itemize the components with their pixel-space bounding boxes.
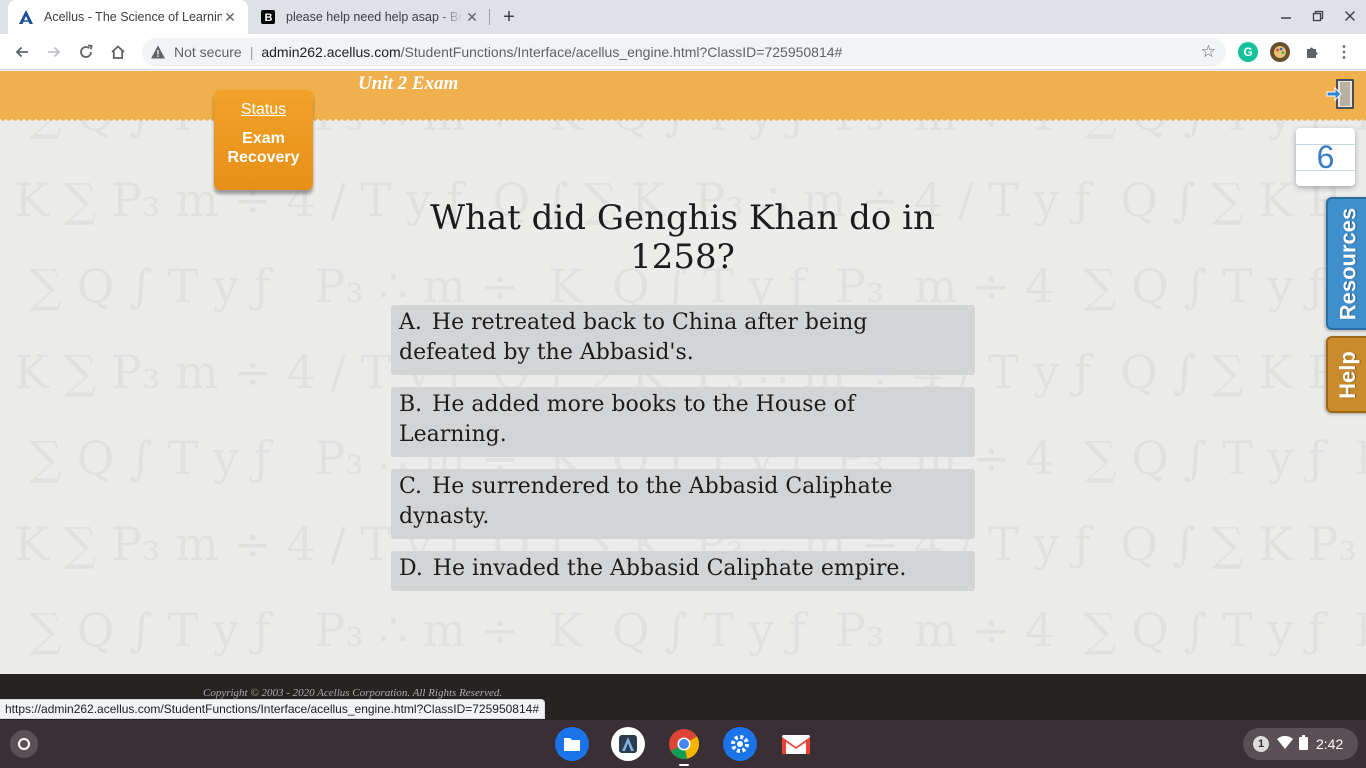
- help-tab[interactable]: Help: [1326, 336, 1366, 413]
- battery-icon: [1299, 735, 1308, 753]
- answer-choice-a[interactable]: A. He retreated back to China after being…: [391, 305, 975, 375]
- system-tray[interactable]: 1 2:42: [1243, 728, 1358, 760]
- new-tab-button[interactable]: +: [497, 5, 521, 29]
- counter-rule: [1296, 144, 1355, 145]
- choice-text: He surrendered to the Abbasid Caliphate …: [399, 474, 893, 529]
- banner-scalloped-edge: [0, 118, 1366, 122]
- url-host: admin262.acellus.com: [261, 44, 401, 60]
- wifi-icon: [1277, 735, 1293, 753]
- restore-icon[interactable]: [1302, 0, 1334, 34]
- question-text: What did Genghis Khan do in 1258?: [430, 198, 935, 277]
- home-icon[interactable]: [104, 38, 132, 66]
- tab-acellus[interactable]: Acellus - The Science of Learning ✕: [8, 0, 248, 34]
- copyright-text: Copyright © 2003 - 2020 Acellus Corporat…: [203, 687, 503, 699]
- choice-letter: C.: [399, 474, 423, 499]
- choice-letter: B.: [399, 392, 423, 417]
- brainly-logo-icon: B: [260, 9, 276, 25]
- exit-door-icon[interactable]: [1325, 77, 1357, 111]
- answer-choice-b[interactable]: B. He added more books to the House of Le…: [391, 387, 975, 457]
- close-tab-icon[interactable]: ✕: [464, 9, 480, 26]
- unit-banner: [0, 71, 1366, 119]
- choice-letter: A.: [399, 310, 422, 335]
- svg-text:B: B: [265, 12, 273, 24]
- warning-icon[interactable]: [150, 44, 166, 60]
- status-value: Exam Recovery: [227, 130, 300, 166]
- answer-choice-c[interactable]: C. He surrendered to the Abbasid Caliphat…: [391, 469, 975, 539]
- address-bar[interactable]: Not secure | admin262.acellus.com /Stude…: [142, 38, 1226, 66]
- security-label: Not secure: [174, 44, 242, 60]
- minimize-icon[interactable]: [1270, 0, 1302, 34]
- reload-icon[interactable]: [72, 38, 100, 66]
- active-app-indicator: [679, 764, 689, 766]
- notification-count[interactable]: 1: [1253, 736, 1269, 752]
- unit-title: Unit 2 Exam: [358, 73, 459, 94]
- status-badge[interactable]: Status Exam Recovery: [214, 90, 313, 190]
- choice-text: He invaded the Abbasid Caliphate empire.: [432, 556, 907, 581]
- forward-icon[interactable]: [40, 38, 68, 66]
- question-number: 6: [1296, 128, 1355, 186]
- tab-title: Acellus - The Science of Learning: [44, 10, 222, 24]
- bookmark-star-icon[interactable]: ☆: [1201, 42, 1216, 62]
- omnibox-divider: |: [249, 44, 254, 60]
- close-tab-icon[interactable]: ✕: [222, 9, 238, 26]
- url-path: /StudentFunctions/Interface/acellus_engi…: [400, 44, 843, 60]
- palette-extension-icon[interactable]: [1270, 42, 1290, 62]
- launcher-icon[interactable]: [10, 730, 38, 758]
- settings-icon[interactable]: [723, 727, 757, 761]
- close-window-icon[interactable]: [1334, 0, 1366, 34]
- acellus-app-icon[interactable]: [611, 727, 645, 761]
- counter-rule: [1296, 170, 1355, 171]
- acellus-logo-icon: [18, 9, 34, 25]
- choice-letter: D.: [399, 556, 423, 581]
- acellus-lesson-area: ∑ Q ∫ T y ƒ P₃ ∴ m ÷ K Q ∫ T y ƒ P₃ m ÷ …: [0, 71, 1366, 674]
- choice-text: He added more books to the House of Lear…: [399, 392, 855, 447]
- extensions-puzzle-icon[interactable]: [1302, 42, 1322, 62]
- clock-time: 2:42: [1316, 736, 1344, 752]
- help-tab-label: Help: [1335, 350, 1360, 399]
- link-status-bubble: https://admin262.acellus.com/StudentFunc…: [0, 699, 545, 719]
- chromeos-shelf: 1 2:42: [0, 720, 1366, 768]
- resources-tab-label: Resources: [1335, 207, 1361, 320]
- grammarly-extension-icon[interactable]: G: [1238, 42, 1258, 62]
- tab-brainly[interactable]: B please help need help asap - Brainly ✕: [250, 0, 490, 34]
- chrome-menu-icon[interactable]: ⋮: [1334, 42, 1354, 62]
- resources-tab[interactable]: Resources: [1326, 197, 1366, 330]
- browser-toolbar: Not secure | admin262.acellus.com /Stude…: [0, 34, 1366, 70]
- back-icon[interactable]: [8, 38, 36, 66]
- answer-choice-d[interactable]: D. He invaded the Abbasid Caliphate empir…: [391, 551, 975, 591]
- chrome-icon[interactable]: [667, 727, 701, 761]
- files-icon[interactable]: [555, 727, 589, 761]
- tab-title: please help need help asap - Brainly: [286, 10, 464, 24]
- choice-text: He retreated back to China after being d…: [399, 310, 868, 365]
- gmail-icon[interactable]: [779, 727, 813, 761]
- status-label[interactable]: Status: [214, 101, 313, 119]
- browser-tab-strip: Acellus - The Science of Learning ✕ B pl…: [0, 0, 1366, 34]
